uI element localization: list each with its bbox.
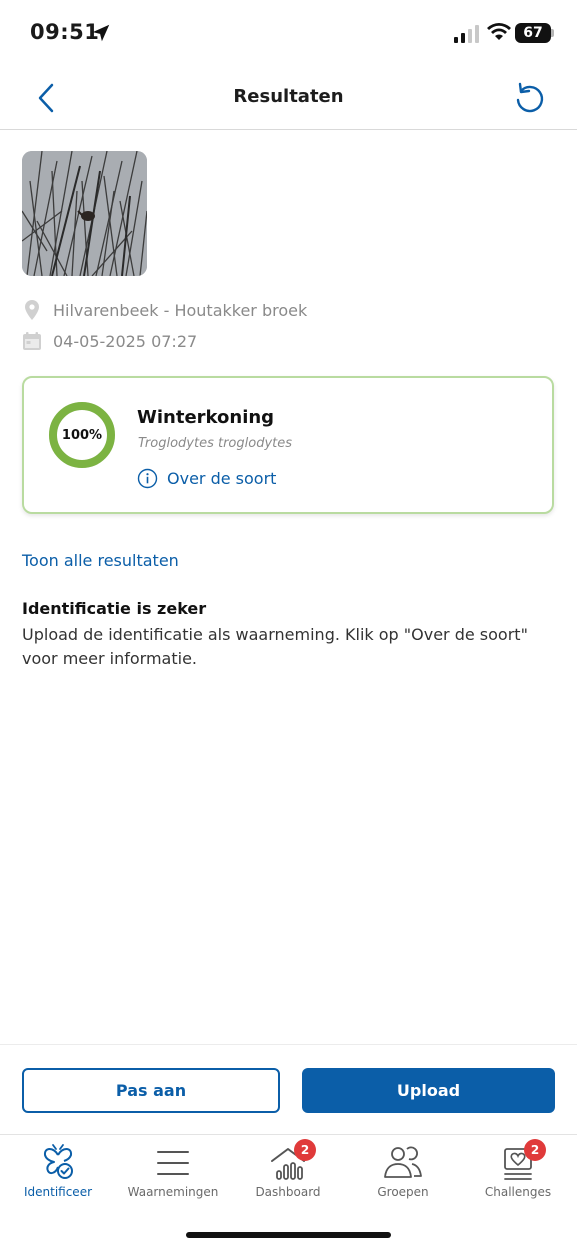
- battery-cap: [551, 29, 554, 37]
- identification-text: Upload de identificatie als waarneming. …: [22, 625, 528, 668]
- reed-bird-image: [22, 151, 147, 276]
- dashboard-icon: 2: [268, 1139, 316, 1183]
- info-icon: [137, 468, 158, 489]
- date-text: 04-05-2025 07:27: [53, 331, 198, 351]
- list-icon: [153, 1143, 193, 1183]
- tab-dashboard[interactable]: 2 Dashboard: [248, 1135, 328, 1205]
- tab-challenges[interactable]: 2 Challenges: [478, 1135, 558, 1205]
- scientific-name: Troglodytes troglodytes: [138, 436, 293, 451]
- group-icon: [383, 1143, 423, 1183]
- battery-level: 67: [523, 25, 543, 41]
- status-time: 09:51: [30, 20, 100, 44]
- tab-identificeer[interactable]: Identificeer: [18, 1135, 98, 1205]
- edit-button[interactable]: Pas aan: [22, 1068, 280, 1113]
- calendar-icon: [22, 331, 42, 351]
- identification-title: Identificatie is zeker: [22, 599, 207, 618]
- map-pin-icon: [22, 300, 42, 320]
- tab-waarnemingen[interactable]: Waarnemingen: [123, 1135, 223, 1205]
- tab-label: Waarnemingen: [127, 1185, 219, 1199]
- show-all-results-link[interactable]: Toon alle resultaten: [22, 551, 179, 570]
- tab-label: Challenges: [484, 1185, 552, 1199]
- result-card[interactable]: 100% Winterkoning Troglodytes troglodyte…: [22, 376, 554, 514]
- location-text: Hilvarenbeek - Houtakker broek: [53, 300, 308, 320]
- butterfly-check-icon: [38, 1143, 78, 1183]
- undo-icon: [516, 82, 544, 113]
- date-row: 04-05-2025 07:27: [22, 331, 197, 351]
- species-name: Winterkoning: [137, 407, 275, 428]
- page-title: Resultaten: [233, 86, 344, 107]
- status-bar: 09:51 67: [0, 0, 577, 68]
- challenges-badge: 2: [524, 1139, 546, 1161]
- tab-label: Groepen: [377, 1185, 429, 1199]
- battery-icon: 67: [515, 23, 551, 43]
- action-bar: Pas aan Upload: [0, 1044, 577, 1134]
- tab-groepen[interactable]: Groepen: [363, 1135, 443, 1205]
- wifi-icon: [487, 23, 511, 40]
- observation-photo[interactable]: [22, 151, 147, 276]
- signal-icon: [454, 25, 479, 43]
- tab-label: Identificeer: [23, 1185, 93, 1199]
- nav-bar: Resultaten: [0, 68, 577, 130]
- tab-label: Dashboard: [255, 1185, 321, 1199]
- dashboard-badge: 2: [294, 1139, 316, 1161]
- about-species-label: Over de soort: [167, 469, 277, 488]
- confidence-label: 100%: [61, 427, 103, 443]
- about-species-link[interactable]: Over de soort: [137, 468, 276, 489]
- location-row: Hilvarenbeek - Houtakker broek: [22, 300, 307, 320]
- tab-bar: Identificeer Waarnemingen 2 Dashboard Gr…: [0, 1134, 577, 1214]
- challenges-icon: 2: [498, 1139, 546, 1183]
- home-indicator: [186, 1232, 391, 1238]
- reset-button[interactable]: [510, 80, 550, 116]
- location-arrow-icon: [92, 24, 110, 42]
- upload-button[interactable]: Upload: [302, 1068, 555, 1113]
